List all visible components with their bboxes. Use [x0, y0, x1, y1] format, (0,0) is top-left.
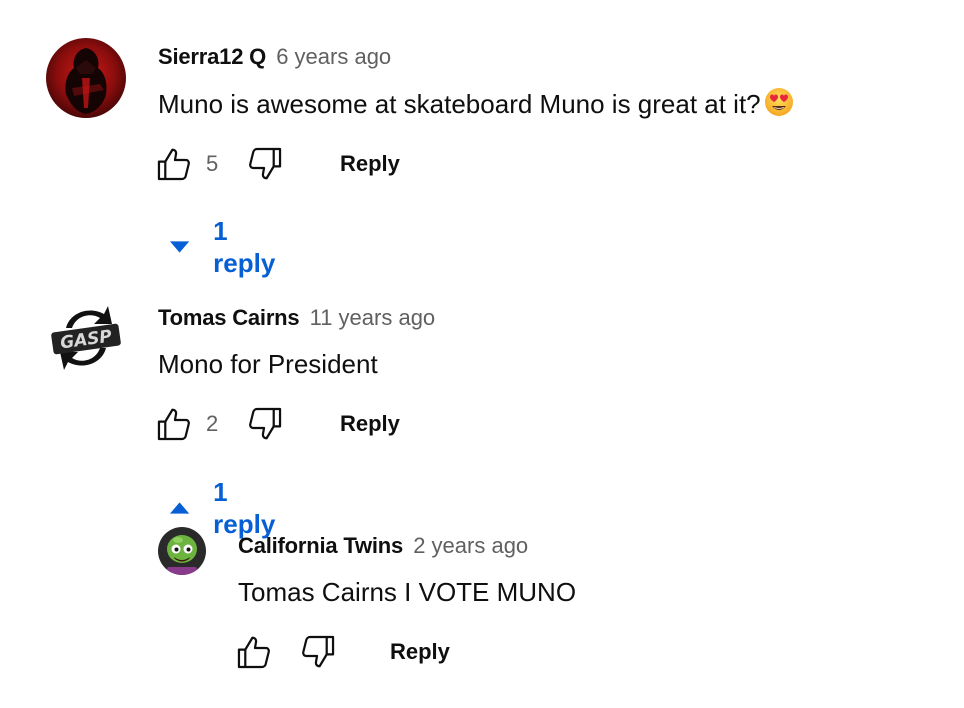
heart-eyes-emoji-icon [763, 86, 795, 126]
green-zombie-avatar-icon [158, 527, 206, 575]
thumbs-down-icon [249, 147, 282, 180]
thumbs-down-icon [302, 635, 335, 668]
reply-button[interactable]: Reply [340, 151, 400, 177]
replies-count-label: 1 reply [213, 477, 276, 539]
author-name[interactable]: California Twins [238, 533, 403, 558]
replies-count-label: 1 reply [213, 216, 276, 278]
comments-section: Sierra12 Q 6 years ago Muno is awesome a… [0, 0, 964, 708]
thumbs-up-icon [157, 148, 190, 181]
comment-header: Tomas Cairns 11 years ago [158, 304, 435, 332]
thumbs-up-icon [237, 636, 270, 669]
timestamp[interactable]: 11 years ago [310, 305, 436, 330]
dislike-button[interactable] [246, 405, 284, 443]
comment-text: Mono for President [158, 349, 378, 379]
dislike-button[interactable] [246, 145, 284, 183]
thumbs-down-icon [249, 407, 282, 440]
comment-text-content: Muno is awesome at skateboard Muno is gr… [158, 89, 761, 119]
reply-button[interactable]: Reply [390, 639, 450, 665]
comment-text: Tomas Cairns I VOTE MUNO [238, 577, 577, 607]
gasp-logo-avatar-icon: GASP [46, 298, 126, 378]
like-count: 5 [206, 151, 219, 176]
comment-text: Muno is awesome at skateboard Muno is gr… [158, 86, 795, 126]
comment-header: Sierra12 Q 6 years ago [158, 43, 391, 71]
dislike-button[interactable] [299, 633, 337, 671]
view-replies-button[interactable]: 1 reply [170, 215, 280, 279]
timestamp[interactable]: 6 years ago [276, 44, 391, 69]
avatar[interactable]: GASP [46, 298, 126, 378]
caret-up-icon [170, 502, 190, 514]
like-count: 2 [206, 411, 219, 436]
avatar[interactable] [158, 527, 206, 575]
comment-header: California Twins 2 years ago [238, 532, 528, 560]
author-name[interactable]: Sierra12 Q [158, 44, 266, 69]
timestamp[interactable]: 2 years ago [413, 533, 528, 558]
thumbs-up-icon [157, 408, 190, 441]
like-button[interactable] [235, 633, 273, 671]
like-button[interactable] [155, 145, 193, 183]
caret-down-icon [170, 241, 190, 253]
author-name[interactable]: Tomas Cairns [158, 305, 300, 330]
reply-button[interactable]: Reply [340, 411, 400, 437]
dark-figure-avatar-icon [46, 38, 126, 118]
like-button[interactable] [155, 405, 193, 443]
avatar[interactable] [46, 38, 126, 118]
